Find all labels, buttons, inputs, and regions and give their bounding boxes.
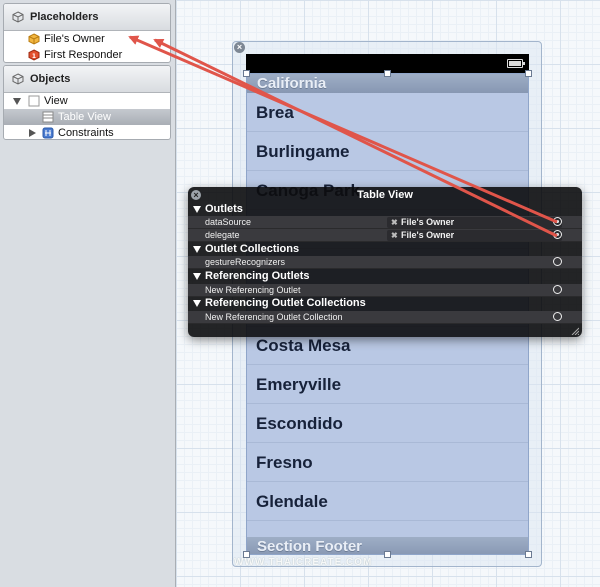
connection-target: File's Owner <box>401 217 455 227</box>
resize-handle[interactable] <box>384 70 391 77</box>
connections-panel[interactable]: Table View × Outlets dataSource ✖ File's… <box>188 187 582 337</box>
outline-item-files-owner[interactable]: File's Owner <box>4 31 170 47</box>
svg-text:1: 1 <box>32 53 36 60</box>
section-label: Referencing Outlets <box>205 270 310 282</box>
disclosure-expanded-icon <box>193 246 201 253</box>
battery-icon <box>507 59 525 68</box>
outlet-row-gesture: gestureRecognizers <box>188 256 582 269</box>
placeholders-header[interactable]: Placeholders <box>4 4 170 31</box>
table-cell[interactable]: Emeryville <box>247 365 528 404</box>
table-view-label: Table View <box>58 111 111 123</box>
outlet-name: delegate <box>205 230 240 240</box>
outlet-name: dataSource <box>205 217 252 227</box>
document-outline: Placeholders File's Owner 1 First Respon… <box>0 0 176 587</box>
view-icon <box>28 95 40 107</box>
outline-item-view[interactable]: View <box>4 93 170 109</box>
disclosure-collapsed-icon[interactable] <box>29 129 36 137</box>
panel-title: Table View <box>357 189 413 201</box>
outlet-name: New Referencing Outlet <box>205 285 301 295</box>
disconnect-icon[interactable]: ✖ <box>391 230 398 241</box>
outlet-row-delegate: delegate ✖ File's Owner <box>188 229 582 242</box>
connection-pill[interactable]: ✖ File's Owner <box>387 230 562 241</box>
first-responder-label: First Responder <box>44 49 123 61</box>
outlet-row-datasource: dataSource ✖ File's Owner <box>188 216 582 229</box>
connection-target: File's Owner <box>401 230 455 240</box>
section-outlet-collections[interactable]: Outlet Collections <box>188 243 582 256</box>
connection-pill[interactable]: ✖ File's Owner <box>387 217 562 228</box>
section-label: Referencing Outlet Collections <box>205 297 366 309</box>
files-owner-label: File's Owner <box>44 33 105 45</box>
section-referencing-outlets[interactable]: Referencing Outlets <box>188 270 582 283</box>
table-cell[interactable]: Burlingame <box>247 132 528 171</box>
view-label: View <box>44 95 68 107</box>
table-cell[interactable]: Fresno <box>247 443 528 482</box>
cube-icon <box>28 33 40 45</box>
resize-handle[interactable] <box>243 70 250 77</box>
disclosure-expanded-icon[interactable] <box>13 98 21 105</box>
constraints-icon <box>42 127 54 139</box>
objects-section: Objects View Table View Constraints <box>3 65 171 140</box>
section-label: Outlet Collections <box>205 243 300 255</box>
table-cell[interactable]: Brea <box>247 93 528 132</box>
connection-circle-icon[interactable] <box>553 257 562 266</box>
outlet-name: gestureRecognizers <box>205 257 286 267</box>
connection-circle-icon[interactable] <box>553 230 562 239</box>
outlet-row-new-referencing: New Referencing Outlet <box>188 284 582 297</box>
placeholders-title: Placeholders <box>30 11 99 23</box>
section-outlets[interactable]: Outlets <box>188 203 582 216</box>
cube-icon <box>12 11 24 23</box>
disclosure-expanded-icon <box>193 300 201 307</box>
outlet-name: New Referencing Outlet Collection <box>205 312 343 322</box>
constraints-label: Constraints <box>58 127 114 139</box>
close-icon[interactable]: × <box>234 42 245 53</box>
first-responder-icon: 1 <box>28 49 40 61</box>
section-label: Outlets <box>205 203 243 215</box>
section-referencing-outlet-collections[interactable]: Referencing Outlet Collections <box>188 297 582 310</box>
placeholders-section: Placeholders File's Owner 1 First Respon… <box>3 3 171 63</box>
resize-handle[interactable] <box>525 551 532 558</box>
cube-icon <box>12 73 24 85</box>
connection-circle-icon[interactable] <box>553 285 562 294</box>
table-cell[interactable]: Escondido <box>247 404 528 443</box>
outline-item-table-view[interactable]: Table View <box>4 109 170 125</box>
objects-title: Objects <box>30 73 71 85</box>
close-icon[interactable]: × <box>191 190 201 200</box>
disclosure-expanded-icon <box>193 206 201 213</box>
resize-grip-icon[interactable] <box>571 327 579 335</box>
disclosure-expanded-icon <box>193 273 201 280</box>
objects-header[interactable]: Objects <box>4 66 170 93</box>
outline-item-constraints[interactable]: Constraints <box>4 125 170 139</box>
table-cell[interactable]: Glendale <box>247 482 528 521</box>
watermark: WWW.THAICREATE.COM <box>234 557 373 568</box>
table-view-icon <box>42 111 54 123</box>
disconnect-icon[interactable]: ✖ <box>391 217 398 228</box>
outline-item-first-responder[interactable]: 1 First Responder <box>4 47 170 62</box>
resize-handle[interactable] <box>525 70 532 77</box>
outlet-row-new-referencing-collection: New Referencing Outlet Collection <box>188 311 582 324</box>
connection-circle-icon[interactable] <box>553 312 562 321</box>
connection-circle-icon[interactable] <box>553 217 562 226</box>
